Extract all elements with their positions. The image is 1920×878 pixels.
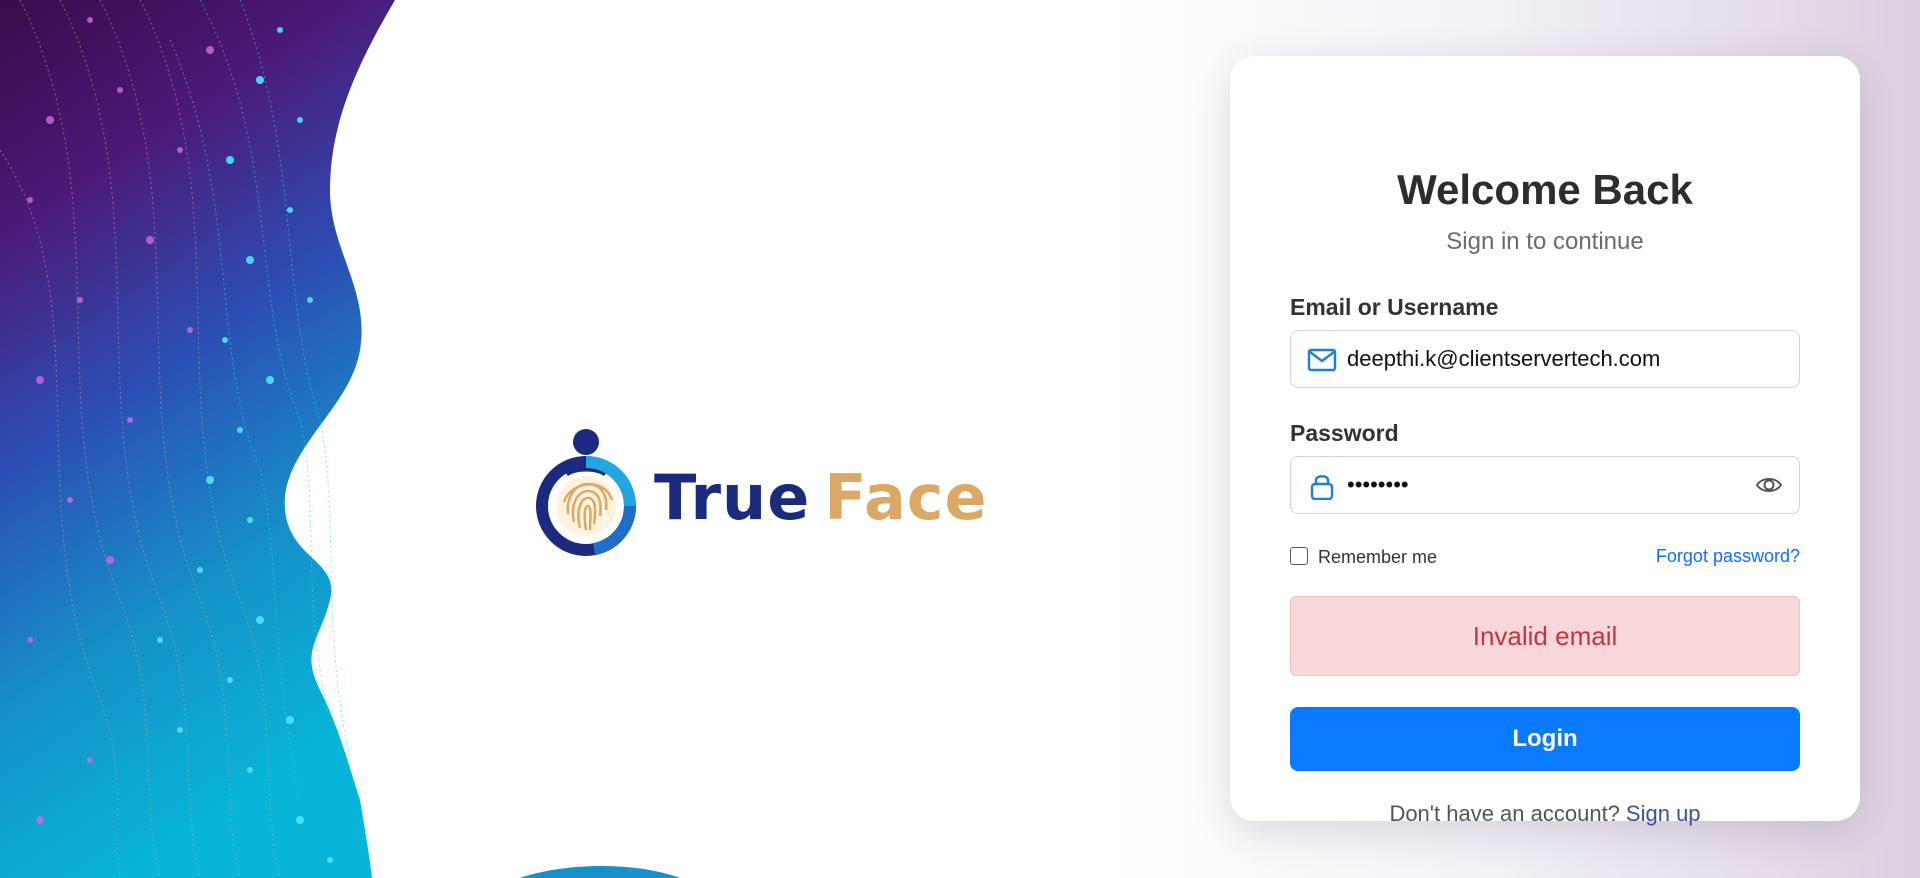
brand-name: True Face (654, 467, 988, 529)
brand-name-part1: True (654, 461, 811, 534)
remember-label: Remember me (1318, 547, 1438, 567)
signup-link[interactable]: Sign up (1626, 801, 1701, 826)
forgot-password-link[interactable]: Forgot password? (1656, 546, 1800, 567)
brand-name-part2: Face (824, 461, 988, 534)
face-particle-artwork (0, 0, 395, 878)
password-input[interactable] (1347, 457, 1739, 513)
login-button[interactable]: Login (1290, 707, 1800, 771)
brand-logo: True Face (534, 426, 1004, 556)
signup-prompt: Don't have an account? (1389, 801, 1620, 826)
remember-checkbox[interactable] (1290, 546, 1308, 565)
password-label: Password (1290, 420, 1399, 446)
page-subtitle: Sign in to continue (1446, 228, 1644, 255)
password-field[interactable] (1290, 456, 1800, 514)
lock-icon (1310, 475, 1334, 500)
error-alert: Invalid email (1290, 596, 1800, 676)
login-card: Welcome Back Sign in to continue Email o… (1230, 56, 1860, 826)
email-field[interactable] (1290, 330, 1800, 388)
decorative-swoosh (520, 865, 680, 878)
eye-icon[interactable] (1755, 473, 1783, 497)
email-input[interactable] (1347, 331, 1739, 387)
page-title: Welcome Back (1397, 166, 1693, 213)
login-page: True Face Welcome Back Sign in to continu… (0, 0, 1920, 878)
email-label: Email or Username (1290, 294, 1499, 320)
remember-me[interactable]: Remember me (1290, 543, 1437, 568)
signup-row: Don't have an account? Sign up (1230, 801, 1860, 827)
mail-icon (1307, 348, 1337, 372)
fingerprint-logo-icon (536, 429, 636, 556)
